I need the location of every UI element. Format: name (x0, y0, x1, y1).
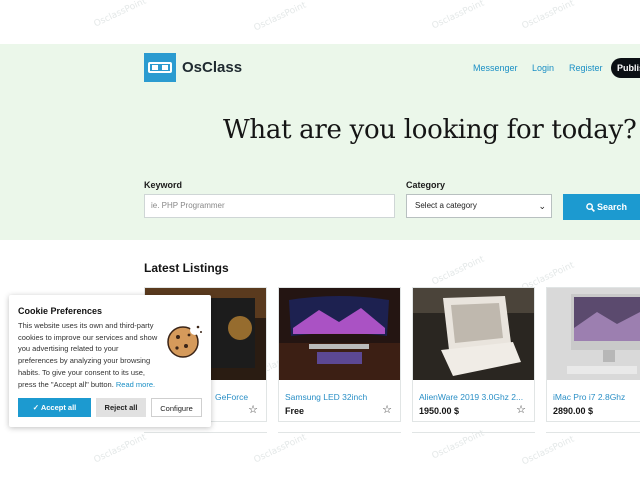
watermark: OsclassPoint (430, 0, 486, 32)
star-icon[interactable]: ☆ (382, 403, 392, 416)
listing-card[interactable]: iMac Pro i7 2.8Ghz 2890.00 $ ☆ (546, 287, 640, 422)
watermark: OsclassPoint (520, 0, 576, 32)
nav-messenger[interactable]: Messenger (473, 63, 518, 73)
nav-register[interactable]: Register (569, 63, 603, 73)
cookie-body: This website uses its own and third-part… (18, 321, 158, 389)
listing-card[interactable]: AlienWare 2019 3.0Ghz 2... 1950.00 $ ☆ (412, 287, 535, 422)
publish-button[interactable]: Publis (611, 58, 640, 78)
cookie-icon (167, 325, 202, 358)
star-icon[interactable]: ☆ (516, 403, 526, 416)
search-button[interactable]: Search (563, 194, 640, 220)
category-select[interactable]: Select a category ⌄ (406, 194, 552, 218)
category-select-value: Select a category (415, 201, 477, 210)
nav-login[interactable]: Login (532, 63, 554, 73)
site-logo[interactable]: OsClass (144, 53, 242, 82)
search-icon (586, 203, 595, 212)
cookie-banner: Cookie Preferences This website uses its… (9, 295, 211, 427)
logo-icon (144, 53, 176, 82)
watermark: OsclassPoint (92, 0, 148, 30)
watermark: OsclassPoint (430, 254, 486, 288)
listing-image (279, 288, 400, 380)
cookie-text: This website uses its own and third-part… (18, 320, 160, 390)
listing-title[interactable]: AlienWare 2019 3.0Ghz 2... (419, 392, 523, 402)
hero-title: What are you looking for today? (223, 115, 637, 145)
keyword-input[interactable]: ie. PHP Programmer (144, 194, 395, 218)
listing-price: 2890.00 $ (553, 406, 594, 416)
configure-button[interactable]: Configure (151, 398, 202, 417)
listing-card-divider (412, 432, 535, 436)
star-icon[interactable]: ☆ (248, 403, 258, 416)
chevron-down-icon: ⌄ (538, 201, 546, 211)
listing-image (413, 288, 534, 380)
category-label: Category (406, 180, 446, 190)
watermark: OsclassPoint (520, 434, 576, 468)
listing-title[interactable]: GeForce (215, 392, 248, 402)
logo-text: OsClass (182, 59, 243, 76)
search-button-label: Search (597, 202, 628, 212)
listing-title[interactable]: iMac Pro i7 2.8Ghz (553, 392, 625, 402)
listing-card-divider (546, 432, 640, 436)
listing-card-divider (144, 432, 267, 436)
watermark: OsclassPoint (252, 0, 308, 34)
reject-all-button[interactable]: Reject all (96, 398, 146, 417)
cookie-heading: Cookie Preferences (18, 306, 103, 316)
listing-price: Free (285, 406, 305, 416)
listing-price: 1950.00 $ (419, 406, 460, 416)
listing-image (547, 288, 640, 380)
watermark: OsclassPoint (252, 432, 308, 466)
listing-title[interactable]: Samsung LED 32inch (285, 392, 367, 402)
latest-listings-title: Latest Listings (144, 261, 229, 275)
listing-card[interactable]: Samsung LED 32inch Free ☆ (278, 287, 401, 422)
watermark: OsclassPoint (92, 432, 148, 466)
listing-card-divider (278, 432, 401, 436)
keyword-label: Keyword (144, 180, 183, 190)
read-more-link[interactable]: Read more. (116, 380, 155, 389)
accept-all-button[interactable]: ✓ Accept all (18, 398, 91, 417)
